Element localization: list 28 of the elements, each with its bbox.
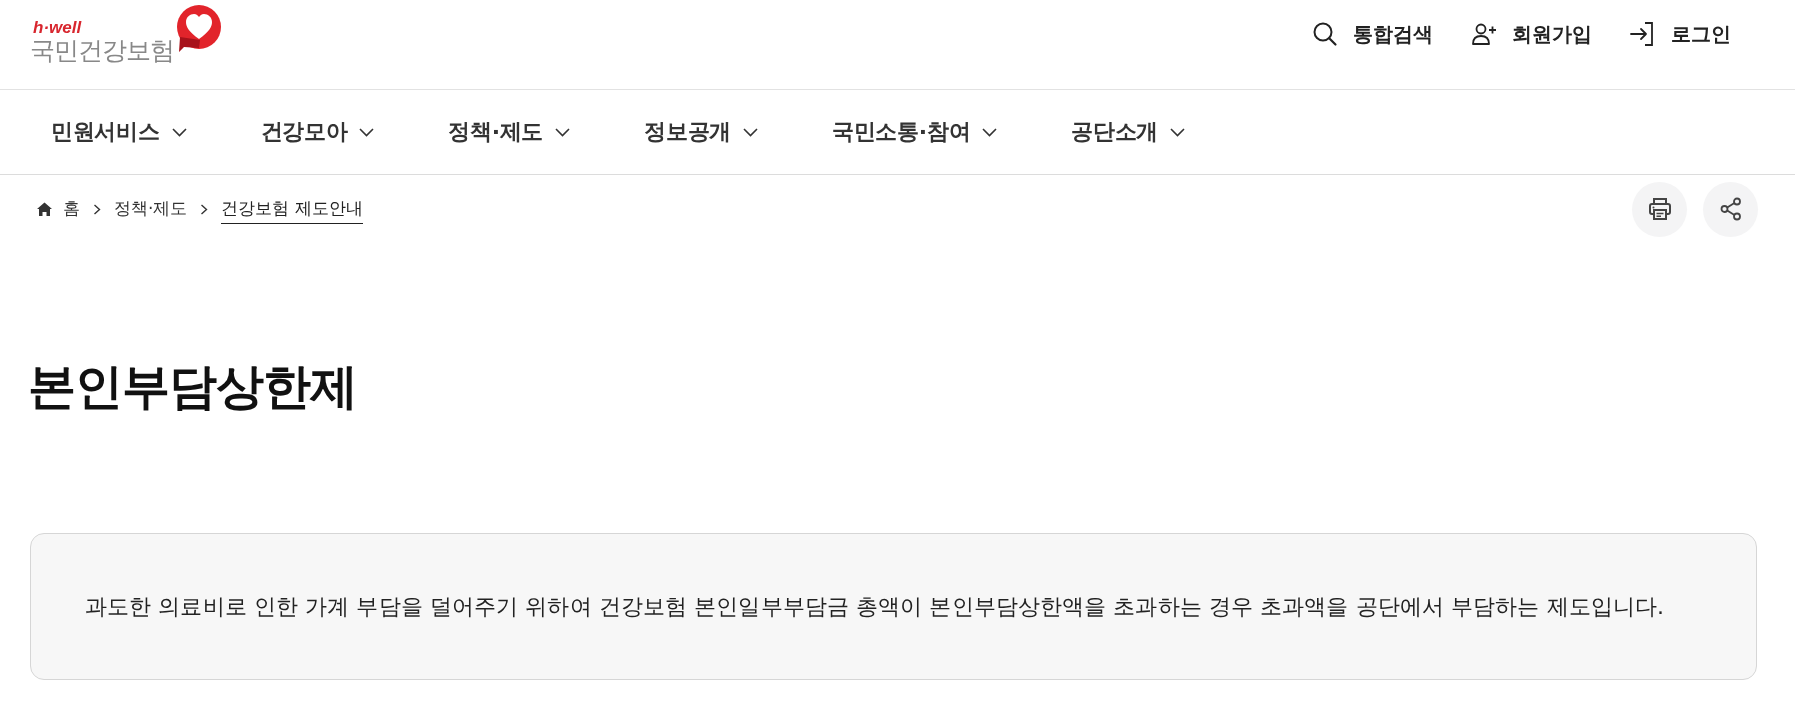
nav-menu-item[interactable]: 민원서비스 [14,117,224,147]
chevron-right-icon [200,203,209,215]
login-link[interactable]: 로그인 [1630,20,1731,48]
printer-icon [1646,196,1673,222]
summary-text: 과도한 의료비로 인한 가계 부담을 덜어주기 위하여 건강보험 본인일부부담금 총액이 본인부담상한액을 초과하는 경우 초과액을 공단에서 부담하는 제도입니다. [85,592,1665,621]
chevron-down-icon [171,127,187,137]
chevron-down-icon [743,127,758,137]
logo-link[interactable]: h·well 국민건강보험 [30,3,222,65]
nav-menu-item[interactable]: 국민소통·참여 [795,117,1035,147]
arrow-into-bracket-icon [1630,21,1656,47]
nav-menu-item[interactable]: 공단소개 [1034,117,1223,147]
page-title: 본인부담상한제 [28,357,357,415]
search-link[interactable]: 통합검색 [1312,20,1433,48]
nav-menu-item[interactable]: 정책·제도 [411,117,608,147]
chevron-down-icon [359,127,375,137]
chevron-right-icon [93,203,101,215]
breadcrumb-link[interactable]: 건강보험 제도안내 [221,194,363,224]
signup-link[interactable]: 회원가입 [1471,20,1592,48]
nav-menu-item[interactable]: 건강모아 [223,117,412,147]
chevron-down-icon [555,127,571,137]
chevron-down-icon [1170,127,1186,137]
user-plus-icon [1471,21,1497,47]
nav-menu-item[interactable]: 정보공개 [607,117,795,147]
home-icon [37,201,52,216]
breadcrumb-link[interactable]: 정책·제도 [114,194,188,224]
search-icon [1312,21,1338,47]
breadcrumb-link[interactable]: 홈 [37,194,80,224]
chevron-down-icon [982,127,998,137]
